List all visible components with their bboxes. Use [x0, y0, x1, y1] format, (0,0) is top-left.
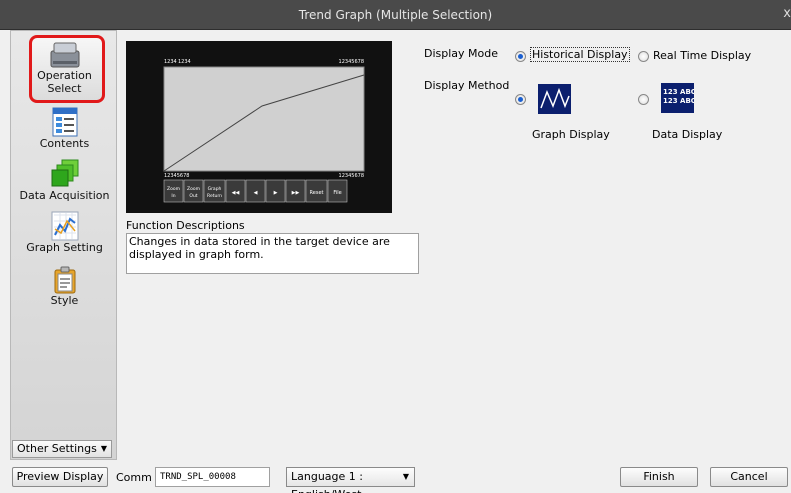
preview-mini-button-label: ▶: [274, 190, 278, 196]
preview-mini-button-label: Out: [189, 193, 197, 199]
data-display-label[interactable]: Data Display: [652, 128, 722, 141]
finish-button[interactable]: Finish: [620, 467, 698, 487]
preview-label-bottom-right: 12345678: [339, 173, 364, 179]
function-descriptions-title: Function Descriptions: [126, 219, 245, 232]
other-settings-dropdown[interactable]: Other Settings ▼: [12, 440, 112, 458]
style-icon: [54, 266, 75, 294]
language-select[interactable]: Language 1 : English/West ▼: [286, 467, 415, 493]
data-display-icon-text-2: 123 ABC: [663, 97, 694, 105]
preview-mini-button: File: [327, 179, 348, 203]
comm-field[interactable]: TRND_SPL_00008: [155, 467, 270, 487]
graph-display-label[interactable]: Graph Display: [532, 128, 610, 141]
sidebar-item-label: Graph Setting: [26, 241, 103, 254]
preview-mini-button-label: In: [171, 193, 175, 199]
sidebar-item-label: Operation: [37, 69, 92, 82]
sidebar-item-label: Contents: [39, 137, 90, 150]
graph-display-icon[interactable]: [538, 84, 571, 114]
preview-mini-button: ▶▶: [285, 179, 306, 203]
preview-mini-button-label: Reset: [310, 190, 324, 196]
preview-mini-button: ◀◀: [225, 179, 246, 203]
preview-label-top-left-2: 1234: [178, 59, 191, 65]
other-settings-label: Other Settings: [17, 442, 97, 455]
preview-mini-button: Reset: [305, 179, 328, 203]
sidebar-item-contents[interactable]: Contents: [11, 107, 118, 150]
chevron-down-icon: ▼: [100, 444, 107, 453]
preview-display-button[interactable]: Preview Display: [12, 467, 108, 487]
preview-mini-button-label: File: [333, 190, 341, 196]
sidebar-item-label: Select: [47, 82, 82, 95]
display-mode-label: Display Mode: [424, 47, 499, 60]
preview-mini-button: ZoomIn: [163, 179, 184, 203]
preview-label-top-right: 12345678: [339, 59, 364, 65]
real-time-display-radio[interactable]: [638, 51, 649, 62]
historical-display-label[interactable]: Historical Display: [530, 47, 630, 62]
sidebar-item-label: Style: [50, 294, 79, 307]
window-title: Trend Graph (Multiple Selection): [298, 8, 493, 22]
preview-mini-button-label: Zoom: [167, 186, 180, 192]
operation-select-icon: [50, 42, 79, 68]
preview-mini-button: ◀: [245, 179, 266, 203]
preview-mini-button-label: Zoom: [187, 186, 200, 192]
preview-mini-button-label: Graph: [208, 186, 222, 192]
display-method-label: Display Method: [424, 79, 510, 92]
function-descriptions-text: Changes in data stored in the target dev…: [126, 233, 419, 274]
preview-graph: 1234 1234 12345678 12345678 12345678 Zoo…: [163, 59, 365, 203]
graph-display-radio[interactable]: [515, 94, 526, 105]
sidebar-item-graph-setting[interactable]: Graph Setting: [11, 211, 118, 254]
chevron-down-icon: ▼: [402, 472, 409, 481]
sidebar: Operation Select Contents Data Acquisiti…: [10, 30, 117, 460]
data-display-radio[interactable]: [638, 94, 649, 105]
comm-label: Comm: [116, 471, 152, 484]
preview-button-row: ZoomInZoomOutGraphReturn◀◀ ◀ ▶ ▶▶ Reset File: [163, 179, 348, 203]
preview-mini-button: ▶: [265, 179, 286, 203]
sidebar-item-operation-select[interactable]: Operation Select: [11, 41, 118, 95]
language-select-value: Language 1 : English/West: [291, 470, 363, 493]
data-display-icon-text-1: 123 ABC: [663, 88, 694, 96]
title-bar: Trend Graph (Multiple Selection) x: [0, 0, 791, 30]
close-icon[interactable]: x: [783, 6, 791, 21]
sidebar-item-style[interactable]: Style: [11, 266, 118, 307]
preview-mini-button-label: ◀: [254, 190, 258, 196]
historical-display-radio[interactable]: [515, 51, 526, 62]
real-time-display-label[interactable]: Real Time Display: [653, 49, 751, 62]
sidebar-item-label: Data Acquisition: [19, 189, 110, 202]
preview-mini-button-label: ▶▶: [292, 190, 300, 196]
data-acquisition-icon: [51, 159, 78, 187]
cancel-button[interactable]: Cancel: [710, 467, 788, 487]
preview-screen: 1234 1234 12345678 12345678 12345678 Zoo…: [126, 41, 392, 213]
graph-setting-icon: [51, 211, 78, 241]
preview-mini-button-label: Return: [207, 193, 222, 199]
preview-label-bottom-left: 12345678: [164, 173, 189, 179]
preview-mini-button: ZoomOut: [183, 179, 204, 203]
preview-mini-button: GraphReturn: [203, 179, 226, 203]
preview-label-top-left-1: 1234: [164, 59, 177, 65]
contents-icon: [52, 107, 77, 137]
preview-mini-button-label: ◀◀: [232, 190, 240, 196]
data-display-icon[interactable]: 123 ABC 123 ABC: [661, 83, 694, 113]
sidebar-item-data-acquisition[interactable]: Data Acquisition: [11, 159, 118, 202]
